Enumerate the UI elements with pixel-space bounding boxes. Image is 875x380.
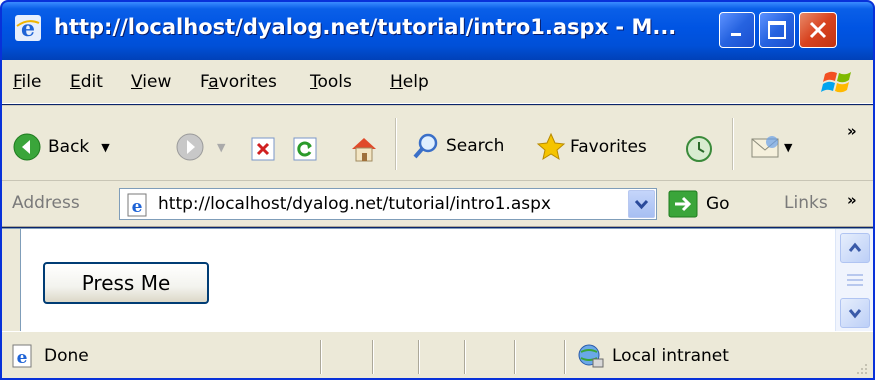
resize-grip-icon[interactable]: [853, 360, 869, 376]
window-title: http://localhost/dyalog.net/tutorial/int…: [54, 15, 677, 39]
browser-window: e http://localhost/dyalog.net/tutorial/i…: [0, 0, 875, 380]
scroll-thumb-grip[interactable]: [840, 265, 870, 295]
windows-logo-icon: [819, 66, 859, 98]
forward-dropdown-icon[interactable]: ▼: [217, 141, 225, 154]
mail-button[interactable]: ▼: [750, 134, 792, 160]
back-dropdown-icon[interactable]: ▼: [101, 141, 109, 154]
status-separator: [372, 340, 374, 374]
status-separator: [514, 340, 516, 374]
maximize-button[interactable]: [759, 12, 795, 48]
forward-button[interactable]: ▼: [175, 132, 225, 162]
menu-favorites[interactable]: Favorites: [200, 72, 277, 92]
links-overflow-chevron[interactable]: »: [847, 191, 857, 209]
favorites-label: Favorites: [570, 137, 647, 157]
search-icon: [413, 133, 438, 159]
page-body: Press Me: [20, 229, 835, 332]
menu-view[interactable]: View: [131, 72, 171, 92]
press-me-button[interactable]: Press Me: [43, 262, 209, 304]
scroll-up-button[interactable]: [840, 233, 870, 263]
favorites-star-icon: [536, 132, 566, 161]
menu-tools[interactable]: Tools: [310, 72, 352, 92]
close-icon: [809, 21, 827, 39]
minimize-icon: [731, 33, 741, 36]
chevron-down-icon: [634, 199, 649, 210]
refresh-icon[interactable]: [293, 137, 317, 161]
go-button[interactable]: Go: [668, 190, 730, 218]
search-label: Search: [446, 136, 505, 156]
local-intranet-icon: [578, 344, 604, 368]
chevron-up-icon: [848, 242, 862, 252]
status-text: Done: [44, 346, 89, 366]
favorites-button[interactable]: Favorites: [536, 132, 647, 162]
history-icon[interactable]: [684, 134, 714, 164]
go-label: Go: [706, 194, 730, 214]
page-icon: e: [127, 193, 147, 217]
status-separator: [564, 340, 566, 374]
vertical-scrollbar[interactable]: [835, 229, 873, 332]
address-dropdown-button[interactable]: [628, 190, 655, 218]
back-button[interactable]: Back ▼: [12, 132, 110, 162]
address-input[interactable]: e http://localhost/dyalog.net/tutorial/i…: [119, 188, 657, 220]
close-button[interactable]: [799, 12, 837, 48]
home-icon[interactable]: [349, 135, 379, 163]
svg-text:e: e: [21, 16, 35, 42]
chevron-down-icon: [848, 309, 862, 319]
maximize-icon: [768, 21, 786, 39]
links-button[interactable]: Links: [784, 193, 828, 213]
zone-label: Local intranet: [612, 346, 729, 366]
status-separator: [320, 340, 322, 374]
forward-arrow-icon: [176, 133, 204, 161]
title-bar[interactable]: e http://localhost/dyalog.net/tutorial/i…: [2, 2, 873, 60]
status-separator: [464, 340, 466, 374]
search-button[interactable]: Search: [412, 132, 504, 160]
stop-icon[interactable]: [251, 137, 275, 161]
back-label: Back: [48, 137, 90, 157]
toolbar-overflow-chevron[interactable]: »: [847, 122, 857, 140]
toolbar-separator: [732, 118, 734, 170]
standard-toolbar: Back ▼ ▼ Search Favorites ▼ »: [2, 105, 873, 181]
svg-text:e: e: [17, 348, 28, 368]
menu-edit[interactable]: Edit: [70, 72, 103, 92]
menu-file[interactable]: File: [13, 72, 41, 92]
svg-text:e: e: [132, 197, 143, 217]
toolbar-separator: [395, 118, 397, 170]
minimize-button[interactable]: [719, 12, 755, 48]
go-arrow-icon: [668, 190, 698, 218]
status-bar: e Done Local intranet: [2, 331, 873, 378]
address-label: Address: [12, 193, 80, 213]
content-border: [2, 229, 20, 332]
menu-help[interactable]: Help: [390, 72, 429, 92]
mail-dropdown-icon[interactable]: ▼: [784, 141, 792, 154]
page-status-icon: e: [12, 344, 32, 368]
scroll-down-button[interactable]: [840, 298, 870, 328]
internet-explorer-icon: e: [15, 15, 41, 42]
mail-icon: [751, 136, 779, 158]
address-url: http://localhost/dyalog.net/tutorial/int…: [158, 194, 551, 214]
status-separator: [418, 340, 420, 374]
back-arrow-icon: [13, 133, 41, 161]
menu-bar: File Edit View Favorites Tools Help: [2, 60, 873, 104]
page-content: Press Me: [2, 228, 873, 332]
address-bar: Address e http://localhost/dyalog.net/tu…: [2, 181, 873, 227]
